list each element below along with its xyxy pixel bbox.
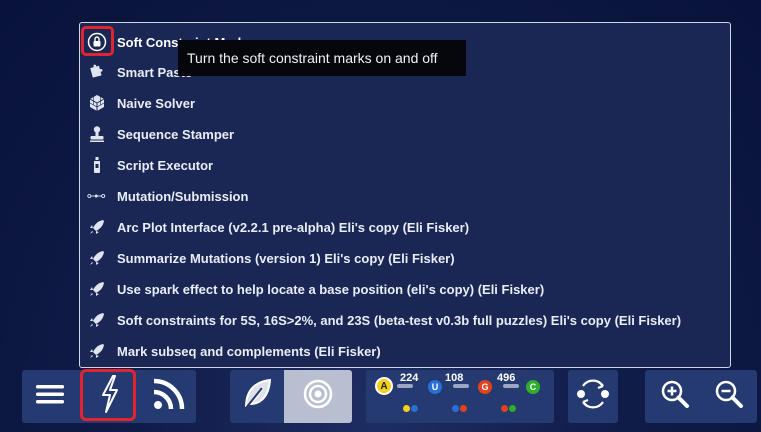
hamburger-icon (35, 382, 65, 411)
gc-pair-button[interactable]: G 496 C (476, 370, 552, 423)
menu-item-spark-effect[interactable]: Use spark effect to help locate a base p… (80, 275, 730, 303)
dot-green (509, 405, 516, 412)
cube-icon (87, 93, 107, 113)
gu-count: 108 (445, 372, 464, 384)
menu-button[interactable] (22, 370, 78, 423)
swap-button[interactable] (568, 370, 618, 423)
menu-item-summarize-mutations[interactable]: Summarize Mutations (version 1) Eli's co… (80, 244, 730, 272)
stamp-icon (87, 124, 107, 144)
rss-icon (152, 377, 186, 416)
base-g-letter: G (481, 382, 489, 392)
toolbar-group-mode (230, 370, 352, 423)
menu-item-label: Mark subseq and complements (Eli Fisker) (117, 343, 381, 359)
dot-blue (452, 405, 459, 412)
menu-item-label: Mutation/Submission (117, 188, 249, 204)
pair-bond (397, 384, 413, 388)
menu-item-label: Sequence Stamper (117, 126, 235, 142)
feed-button[interactable] (142, 370, 196, 423)
target-icon (303, 379, 333, 414)
zoom-in-button[interactable] (649, 370, 701, 423)
zoom-out-button[interactable] (703, 370, 755, 423)
swap-icon (573, 378, 613, 415)
tooltip: Turn the soft constraint marks on and of… (178, 40, 466, 76)
tooltip-text: Turn the soft constraint marks on and of… (187, 50, 438, 66)
menu-item-soft-constraints-5s[interactable]: Soft constraints for 5S, 16S>2%, and 23S… (80, 306, 730, 334)
zoom-out-icon (714, 379, 744, 414)
zoom-in-icon (660, 379, 690, 414)
menu-item-label: Use spark effect to help locate a base p… (117, 281, 545, 297)
bottle-icon (87, 155, 107, 175)
target-mode-button[interactable] (284, 370, 352, 423)
rocket-icon (87, 248, 107, 268)
pair-bond (453, 384, 469, 388)
menu-item-mark-subseq[interactable]: Mark subseq and complements (Eli Fisker) (80, 337, 730, 365)
menu-item-label: Soft constraints for 5S, 16S>2%, and 23S… (117, 312, 682, 328)
dot-yellow (403, 405, 410, 412)
nodes-icon (87, 186, 107, 206)
rocket-icon (87, 217, 107, 237)
menu-item-label: Naive Solver (117, 95, 196, 111)
base-a-letter: A (380, 380, 388, 392)
leaf-icon (242, 377, 272, 416)
base-a-circle: A (375, 377, 393, 395)
base-u-letter: U (431, 382, 439, 392)
base-g-circle: G (478, 380, 492, 394)
puzzle-icon (87, 62, 107, 82)
menu-item-sequence-stamper[interactable]: Sequence Stamper (80, 120, 730, 148)
dot-blue (411, 405, 418, 412)
base-c-letter: C (529, 382, 537, 392)
dot-red (460, 405, 467, 412)
rocket-icon (87, 310, 107, 330)
rocket-icon (87, 279, 107, 299)
toolbar-group-zoom (645, 370, 757, 423)
lock-highlight-box (81, 26, 114, 56)
gc-count: 496 (497, 372, 516, 384)
toolbar-group-swap (568, 370, 618, 423)
toolbar-group-pairs: A 224 U 108 G 496 C (366, 370, 554, 423)
pair-bond (503, 384, 519, 388)
au-pair-button[interactable]: A 224 (372, 370, 432, 423)
menu-item-naive-solver[interactable]: Naive Solver (80, 89, 730, 117)
natural-mode-button[interactable] (230, 370, 284, 423)
menu-item-arc-plot-interface[interactable]: Arc Plot Interface (v2.2.1 pre-alpha) El… (80, 213, 730, 241)
menu-item-mutation-submission[interactable]: Mutation/Submission (80, 182, 730, 210)
scripts-highlight-box (80, 369, 136, 421)
menu-item-label: Script Executor (117, 157, 214, 173)
base-c-circle: C (526, 380, 540, 394)
rocket-icon (87, 341, 107, 361)
menu-item-script-executor[interactable]: Script Executor (80, 151, 730, 179)
menu-item-label: Summarize Mutations (version 1) Eli's co… (117, 250, 455, 266)
menu-item-label: Arc Plot Interface (v2.2.1 pre-alpha) El… (117, 219, 470, 235)
au-count: 224 (400, 372, 419, 384)
dot-red (501, 405, 508, 412)
base-u-circle: U (428, 380, 442, 394)
